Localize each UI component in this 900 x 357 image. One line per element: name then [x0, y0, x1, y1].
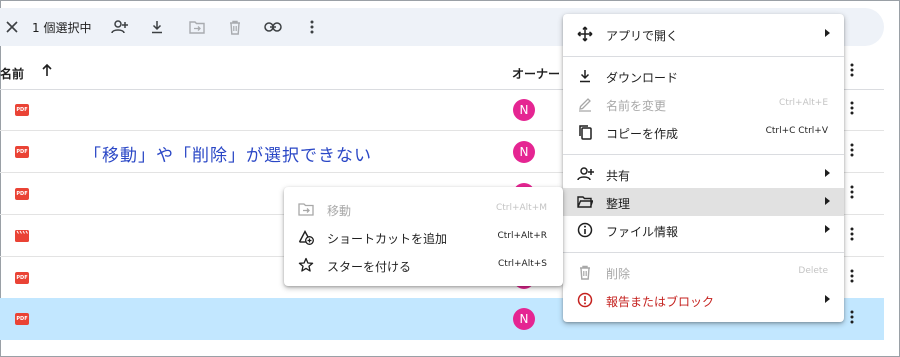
selection-count: 1 個選択中	[32, 21, 92, 35]
organize-submenu: 移動 Ctrl+Alt+M ショートカットを追加 Ctrl+Alt+R スターを…	[284, 187, 563, 286]
shortcut-text: Ctrl+Alt+E	[779, 98, 828, 108]
more-vert-icon[interactable]	[850, 101, 854, 118]
submenu-arrow-icon	[825, 29, 830, 37]
close-icon[interactable]	[0, 15, 24, 39]
video-file-icon	[15, 230, 29, 242]
submenu-arrow-icon	[825, 197, 830, 205]
menu-divider	[563, 154, 844, 155]
more-vert-icon[interactable]	[850, 63, 854, 80]
more-vert-icon[interactable]	[850, 227, 854, 244]
move-folder-icon	[298, 201, 314, 217]
menu-item-label: ダウンロード	[606, 71, 679, 85]
menu-item-label: ファイル情報	[606, 225, 679, 239]
menu-item-label: ショートカットを追加	[327, 232, 448, 246]
menu-item-make-copy[interactable]: コピーを作成 Ctrl+C Ctrl+V	[563, 118, 844, 146]
pdf-file-icon: PDF	[15, 188, 29, 200]
owner-avatar: N	[513, 308, 535, 330]
menu-item-label: アプリで開く	[606, 29, 679, 43]
add-shortcut-icon	[298, 229, 314, 245]
folder-open-icon	[577, 194, 594, 210]
menu-item-open-with[interactable]: アプリで開く	[563, 20, 844, 48]
report-icon	[577, 292, 593, 308]
menu-item-label: 移動	[327, 204, 352, 218]
open-with-icon	[577, 26, 593, 42]
submenu-item-add-shortcut[interactable]: ショートカットを追加 Ctrl+Alt+R	[284, 223, 563, 251]
more-vert-icon[interactable]	[850, 143, 854, 160]
context-menu: アプリで開く ダウンロード 名前を変更 Ctrl+Alt+E コピーを作成 Ct…	[563, 14, 844, 322]
submenu-item-star[interactable]: スターを付ける Ctrl+Alt+S	[284, 251, 563, 279]
menu-item-download[interactable]: ダウンロード	[563, 62, 844, 90]
trash-icon	[577, 264, 593, 280]
submenu-arrow-icon	[825, 225, 830, 233]
sort-arrow-up-icon[interactable]	[41, 63, 53, 80]
submenu-arrow-icon	[825, 169, 830, 177]
menu-item-file-info[interactable]: ファイル情報	[563, 216, 844, 244]
download-icon[interactable]	[145, 15, 169, 39]
more-vert-icon[interactable]	[850, 269, 854, 286]
annotation-text: 「移動」や「削除」が選択できない	[84, 146, 372, 166]
column-owner-header[interactable]: オーナー	[512, 65, 560, 82]
menu-item-share[interactable]: 共有	[563, 160, 844, 188]
menu-item-label: 整理	[606, 197, 631, 211]
menu-item-label: スターを付ける	[327, 260, 412, 274]
more-vert-icon[interactable]	[300, 15, 324, 39]
menu-item-label: 削除	[606, 267, 631, 281]
edit-icon	[577, 96, 593, 112]
owner-avatar: N	[513, 99, 535, 121]
menu-item-report-block[interactable]: 報告またはブロック	[563, 286, 844, 314]
shortcut-text: Ctrl+Alt+S	[498, 259, 547, 269]
menu-item-delete[interactable]: 削除 Delete	[563, 258, 844, 286]
menu-divider	[563, 56, 844, 57]
menu-item-label: 共有	[606, 169, 631, 183]
more-vert-icon[interactable]	[850, 185, 854, 202]
pdf-file-icon: PDF	[15, 313, 29, 325]
menu-item-label: 名前を変更	[606, 99, 667, 113]
menu-item-rename[interactable]: 名前を変更 Ctrl+Alt+E	[563, 90, 844, 118]
shortcut-text: Delete	[798, 266, 828, 276]
menu-divider	[563, 252, 844, 253]
more-vert-icon[interactable]	[850, 310, 854, 327]
menu-item-label: 報告またはブロック	[606, 295, 715, 309]
pdf-file-icon: PDF	[15, 146, 29, 158]
download-icon	[577, 68, 593, 84]
shortcut-text: Ctrl+Alt+M	[495, 203, 547, 213]
column-name-header[interactable]: 名前	[0, 65, 24, 82]
star-icon	[298, 257, 314, 273]
shortcut-text: Ctrl+C Ctrl+V	[765, 126, 828, 136]
shortcut-text: Ctrl+Alt+R	[497, 231, 547, 241]
pdf-file-icon: PDF	[15, 104, 29, 116]
info-icon	[577, 222, 593, 238]
submenu-arrow-icon	[825, 295, 830, 303]
share-person-icon[interactable]	[108, 15, 132, 39]
submenu-item-move[interactable]: 移動 Ctrl+Alt+M	[284, 195, 563, 223]
link-icon[interactable]	[261, 15, 285, 39]
move-folder-icon[interactable]	[185, 15, 209, 39]
menu-item-label: コピーを作成	[606, 127, 679, 141]
menu-item-organize[interactable]: 整理	[563, 188, 844, 216]
trash-icon[interactable]	[223, 15, 247, 39]
owner-avatar: N	[513, 141, 535, 163]
pdf-file-icon: PDF	[15, 272, 29, 284]
share-person-icon	[577, 166, 594, 182]
copy-icon	[577, 124, 593, 140]
